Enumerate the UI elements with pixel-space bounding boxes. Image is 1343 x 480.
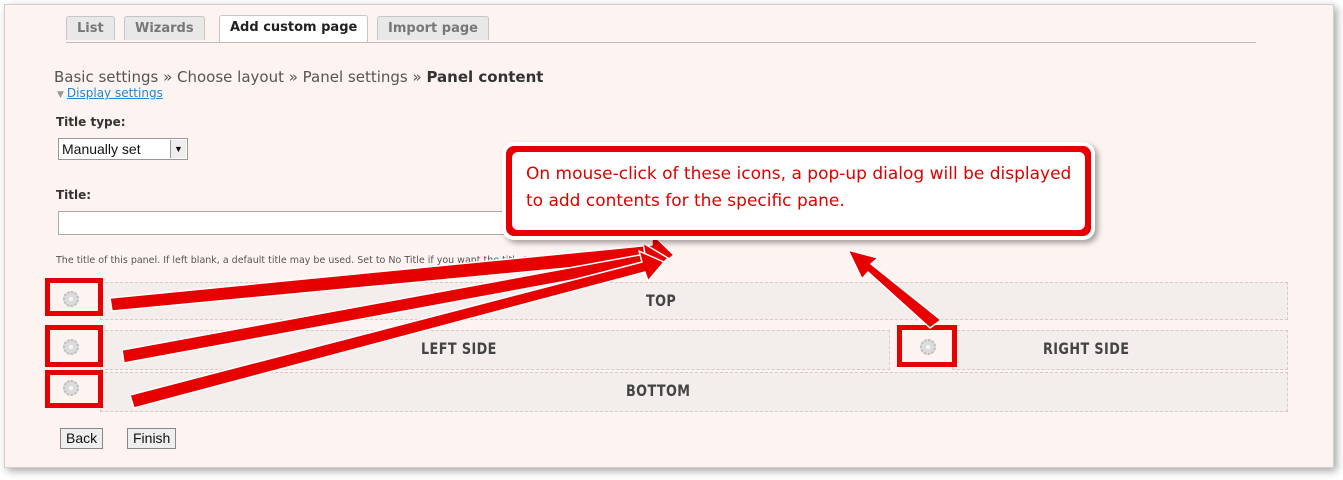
title-input[interactable] bbox=[58, 211, 528, 235]
pane-right-title: RIGHT SIDE bbox=[1043, 339, 1130, 358]
dropdown-arrow-icon[interactable]: ▼ bbox=[170, 140, 186, 158]
annotation-callout: On mouse-click of these icons, a pop-up … bbox=[502, 142, 1095, 240]
highlight-box-top bbox=[45, 278, 103, 316]
pane-top-title: TOP bbox=[646, 291, 677, 310]
pane-bottom: BOTTOM bbox=[100, 372, 1288, 412]
pane-left-side: LEFT SIDE bbox=[100, 330, 890, 370]
display-settings-toggle[interactable]: ▼ Display settings bbox=[57, 86, 163, 100]
title-type-value: Manually set bbox=[62, 141, 141, 157]
title-type-label: Title type: bbox=[56, 115, 126, 129]
highlight-box-right bbox=[897, 325, 957, 367]
tab-wizards[interactable]: Wizards bbox=[124, 16, 205, 40]
display-settings-link[interactable]: Display settings bbox=[67, 86, 163, 100]
highlight-box-left bbox=[45, 325, 103, 367]
highlight-box-bottom bbox=[45, 370, 103, 408]
back-button[interactable]: Back bbox=[60, 428, 104, 449]
pane-left-title: LEFT SIDE bbox=[421, 339, 497, 358]
callout-text: On mouse-click of these icons, a pop-up … bbox=[526, 164, 1072, 211]
title-type-select[interactable]: Manually set ▼ bbox=[58, 138, 188, 160]
finish-button[interactable]: Finish bbox=[127, 428, 177, 449]
pane-right-side: RIGHT SIDE bbox=[952, 330, 1288, 370]
pane-bottom-title: BOTTOM bbox=[626, 381, 691, 400]
breadcrumb-trail: Basic settings » Choose layout » Panel s… bbox=[54, 68, 427, 86]
breadcrumb: Basic settings » Choose layout » Panel s… bbox=[54, 68, 543, 86]
title-label: Title: bbox=[56, 188, 92, 202]
pane-top: TOP bbox=[100, 282, 1288, 320]
tab-bar: List Wizards Add custom page Import page bbox=[66, 12, 1256, 43]
triangle-down-icon: ▼ bbox=[57, 90, 64, 100]
tab-add-custom-page[interactable]: Add custom page bbox=[219, 15, 369, 42]
tab-import-page[interactable]: Import page bbox=[377, 16, 489, 40]
breadcrumb-current: Panel content bbox=[426, 68, 544, 86]
tab-list[interactable]: List bbox=[66, 16, 115, 40]
title-description: The title of this panel. If left blank, … bbox=[56, 255, 621, 266]
